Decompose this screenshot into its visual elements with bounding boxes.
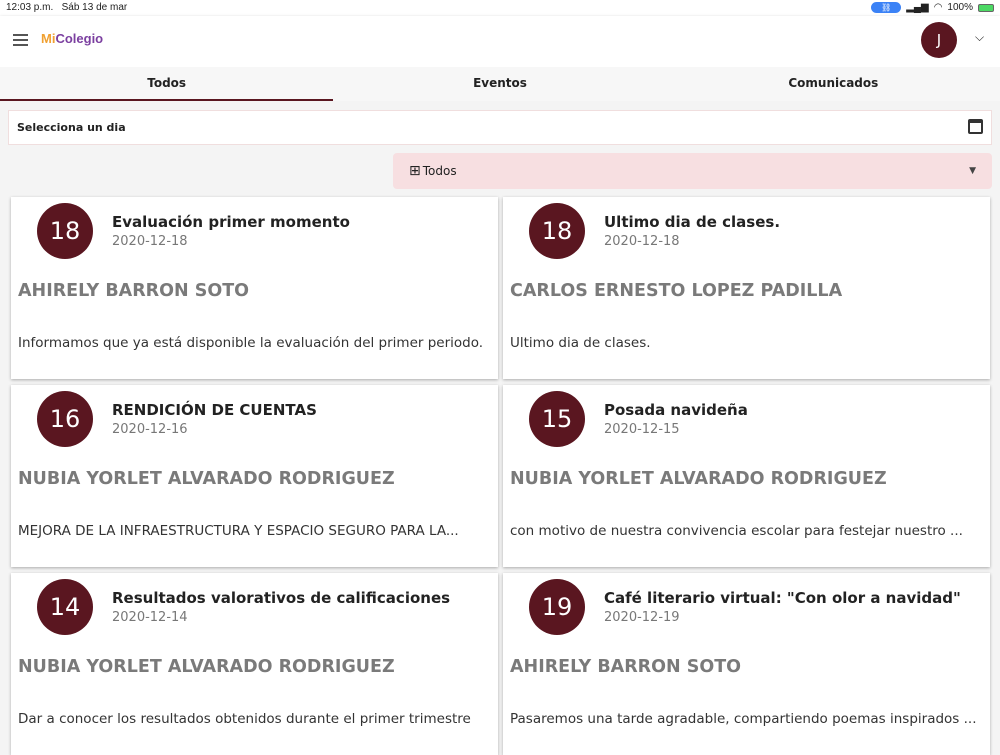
news-card[interactable]: 19 Café literario virtual: "Con olor a n… — [503, 573, 990, 755]
day-badge: 18 — [37, 203, 93, 259]
card-description: Informamos que ya está disponible la eva… — [18, 335, 484, 351]
card-title: Resultados valorativos de calificaciones — [112, 589, 451, 607]
tab-todos[interactable]: Todos — [0, 67, 334, 101]
card-author: AHIRELY BARRON SOTO — [18, 281, 250, 301]
logo: MiColegio — [41, 31, 103, 46]
card-date: 2020-12-18 — [604, 234, 680, 249]
card-author: NUBIA YORLET ALVARADO RODRIGUEZ — [18, 657, 395, 677]
battery-icon — [978, 3, 994, 12]
date-selector[interactable]: Selecciona un dia — [8, 110, 992, 145]
card-date: 2020-12-14 — [112, 610, 188, 625]
status-bar: 12:03 p.m. Sáb 13 de mar ⛓ ▂▄▆ ◠ 100% — [0, 0, 1000, 16]
news-card[interactable]: 18 Ultimo dia de clases. 2020-12-18 CARL… — [503, 197, 990, 379]
day-badge: 15 — [529, 391, 585, 447]
avatar[interactable]: J — [921, 22, 957, 58]
news-card[interactable]: 18 Evaluación primer momento 2020-12-18 … — [11, 197, 498, 379]
card-title: Posada navideña — [604, 401, 748, 419]
news-card[interactable]: 15 Posada navideña 2020-12-15 NUBIA YORL… — [503, 385, 990, 567]
card-date: 2020-12-18 — [112, 234, 188, 249]
day-badge: 14 — [37, 579, 93, 635]
screen-mirroring-icon: ⛓ — [871, 2, 902, 13]
calendar-icon[interactable] — [968, 119, 983, 134]
card-title: RENDICIÓN DE CUENTAS — [112, 401, 317, 419]
category-filter-dropdown[interactable]: ⊞ Todos ▼ — [393, 153, 992, 189]
card-description: Ultimo dia de clases. — [510, 335, 651, 351]
chevron-down-icon[interactable]: ⌵ — [975, 30, 984, 45]
news-card[interactable]: 16 RENDICIÓN DE CUENTAS 2020-12-16 NUBIA… — [11, 385, 498, 567]
card-author: NUBIA YORLET ALVARADO RODRIGUEZ — [18, 469, 395, 489]
card-title: Café literario virtual: "Con olor a navi… — [604, 589, 961, 607]
card-author: CARLOS ERNESTO LOPEZ PADILLA — [510, 281, 843, 301]
card-title: Evaluación primer momento — [112, 213, 350, 231]
category-grid-icon: ⊞ — [409, 163, 421, 179]
card-date: 2020-12-16 — [112, 422, 188, 437]
logo-mi: Mi — [41, 31, 56, 46]
date-selector-label: Selecciona un dia — [17, 121, 126, 134]
logo-colegio: Colegio — [55, 31, 104, 46]
time: 12:03 p.m. — [6, 2, 54, 13]
dropdown-arrow-icon: ▼ — [969, 166, 976, 176]
battery-percent: 100% — [947, 2, 973, 13]
hamburger-menu-icon[interactable] — [13, 34, 28, 49]
status-time: 12:03 p.m. Sáb 13 de mar — [6, 2, 127, 13]
tab-eventos[interactable]: Eventos — [333, 67, 666, 101]
day-badge: 19 — [529, 579, 585, 635]
signal-icon: ▂▄▆ — [906, 2, 929, 13]
card-author: AHIRELY BARRON SOTO — [510, 657, 742, 677]
date: Sáb 13 de mar — [61, 2, 128, 13]
card-title: Ultimo dia de clases. — [604, 213, 781, 231]
card-description: Pasaremos una tarde agradable, compartie… — [510, 711, 977, 727]
card-description: MEJORA DE LA INFRAESTRUCTURA Y ESPACIO S… — [18, 523, 459, 539]
card-date: 2020-12-15 — [604, 422, 680, 437]
filter-value: Todos — [422, 164, 457, 178]
tab-bar: Todos Eventos Comunicados — [0, 67, 1000, 101]
card-description: con motivo de nuestra convivencia escola… — [510, 523, 963, 539]
wifi-icon: ◠ — [933, 2, 943, 13]
day-badge: 16 — [37, 391, 93, 447]
card-description: Dar a conocer los resultados obtenidos d… — [18, 711, 471, 727]
card-date: 2020-12-19 — [604, 610, 680, 625]
news-card[interactable]: 14 Resultados valorativos de calificacio… — [11, 573, 498, 755]
app-header: MiColegio J ⌵ — [0, 16, 1000, 67]
tab-comunicados[interactable]: Comunicados — [667, 67, 1000, 101]
card-author: NUBIA YORLET ALVARADO RODRIGUEZ — [510, 469, 887, 489]
day-badge: 18 — [529, 203, 585, 259]
